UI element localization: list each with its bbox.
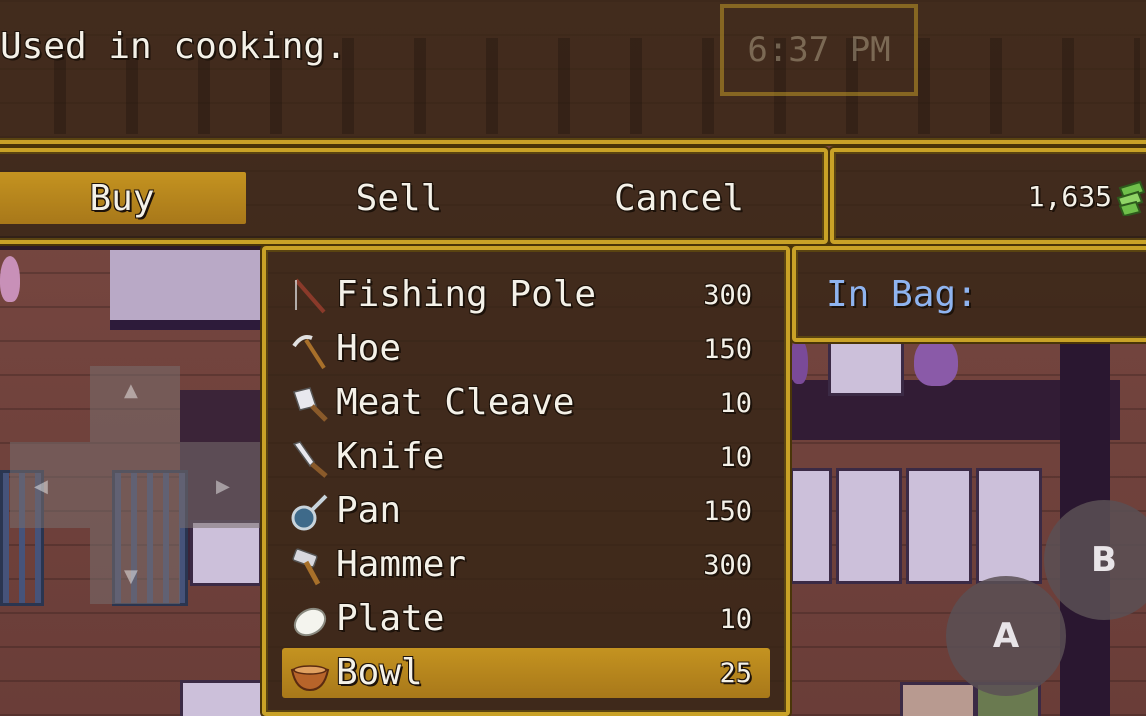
npc-shopkeeper (914, 336, 958, 386)
touch-button-b-label: B (1091, 540, 1117, 580)
help-window: Used in cooking. 6:37 PM (0, 0, 1146, 144)
item-row-bowl[interactable]: Bowl 25 (282, 648, 770, 698)
item-price: 10 (719, 604, 752, 635)
display-case (828, 340, 904, 396)
hoe-icon (292, 335, 326, 370)
fishing-pole-icon (294, 278, 326, 314)
npc-character (790, 338, 808, 384)
item-name: Meat Cleave (336, 382, 575, 423)
cancel-command[interactable]: Cancel (574, 172, 784, 224)
shop-command-window: Buy Sell Cancel (0, 148, 828, 244)
clock-display: 6:37 PM (720, 4, 918, 96)
hammer-icon (292, 548, 321, 586)
item-row-fishing-pole[interactable]: Fishing Pole 300 (282, 270, 770, 320)
display-case (180, 680, 266, 716)
cleaver-icon (293, 387, 328, 422)
display-case (976, 468, 1042, 584)
item-name: Bowl (336, 652, 423, 693)
display-case (790, 468, 832, 584)
shop-counter (110, 250, 260, 330)
display-case (906, 468, 972, 584)
item-name: Pan (336, 490, 402, 531)
item-name: Hoe (336, 328, 402, 369)
item-description: Used in cooking. (0, 26, 347, 67)
item-name: Knife (336, 436, 445, 477)
gold-amount: 1,635 (1027, 180, 1112, 213)
gold-window: 1,635 (830, 148, 1146, 244)
item-price: 10 (719, 442, 752, 473)
item-name: Plate (336, 598, 445, 639)
display-case (836, 468, 902, 584)
item-price: 25 (719, 658, 752, 689)
touch-button-a[interactable]: A (946, 576, 1066, 696)
arrow-left-icon: ◀ (34, 476, 48, 497)
bowl-icon (290, 665, 330, 692)
crate (900, 682, 976, 716)
pan-icon (291, 494, 328, 531)
sell-command[interactable]: Sell (294, 172, 504, 224)
dpad-left[interactable] (10, 442, 90, 528)
arrow-right-icon: ▶ (216, 476, 230, 497)
arrow-up-icon: ▲ (124, 380, 138, 401)
buy-item-list: Fishing Pole 300 Hoe 150 Meat Cleave 10 … (262, 246, 790, 716)
item-price: 150 (703, 334, 752, 365)
item-row-plate[interactable]: Plate 10 (282, 594, 770, 644)
npc-character (0, 256, 20, 302)
dpad-center (90, 442, 180, 528)
item-name: Hammer (336, 544, 467, 585)
item-row-pan[interactable]: Pan 150 (282, 486, 770, 536)
arrow-down-icon: ▼ (124, 566, 138, 587)
buy-command[interactable]: Buy (0, 172, 246, 224)
item-row-meat-cleave[interactable]: Meat Cleave 10 (282, 378, 770, 428)
inventory-status-window: In Bag: 1 (792, 246, 1146, 342)
item-price: 150 (703, 496, 752, 527)
dpad-up[interactable] (90, 366, 180, 442)
item-row-hammer[interactable]: Hammer 300 (282, 540, 770, 590)
item-row-knife[interactable]: Knife 10 (282, 432, 770, 482)
in-bag-label: In Bag: (826, 274, 978, 315)
display-case (190, 520, 262, 586)
knife-icon (292, 441, 328, 478)
touch-button-a-label: A (992, 616, 1020, 656)
gold-coins-icon (1116, 180, 1146, 216)
item-price: 10 (719, 388, 752, 419)
item-price: 300 (703, 550, 752, 581)
plate-icon (293, 607, 327, 637)
item-name: Fishing Pole (336, 274, 597, 315)
item-row-hoe[interactable]: Hoe 150 (282, 324, 770, 374)
item-price: 300 (703, 280, 752, 311)
